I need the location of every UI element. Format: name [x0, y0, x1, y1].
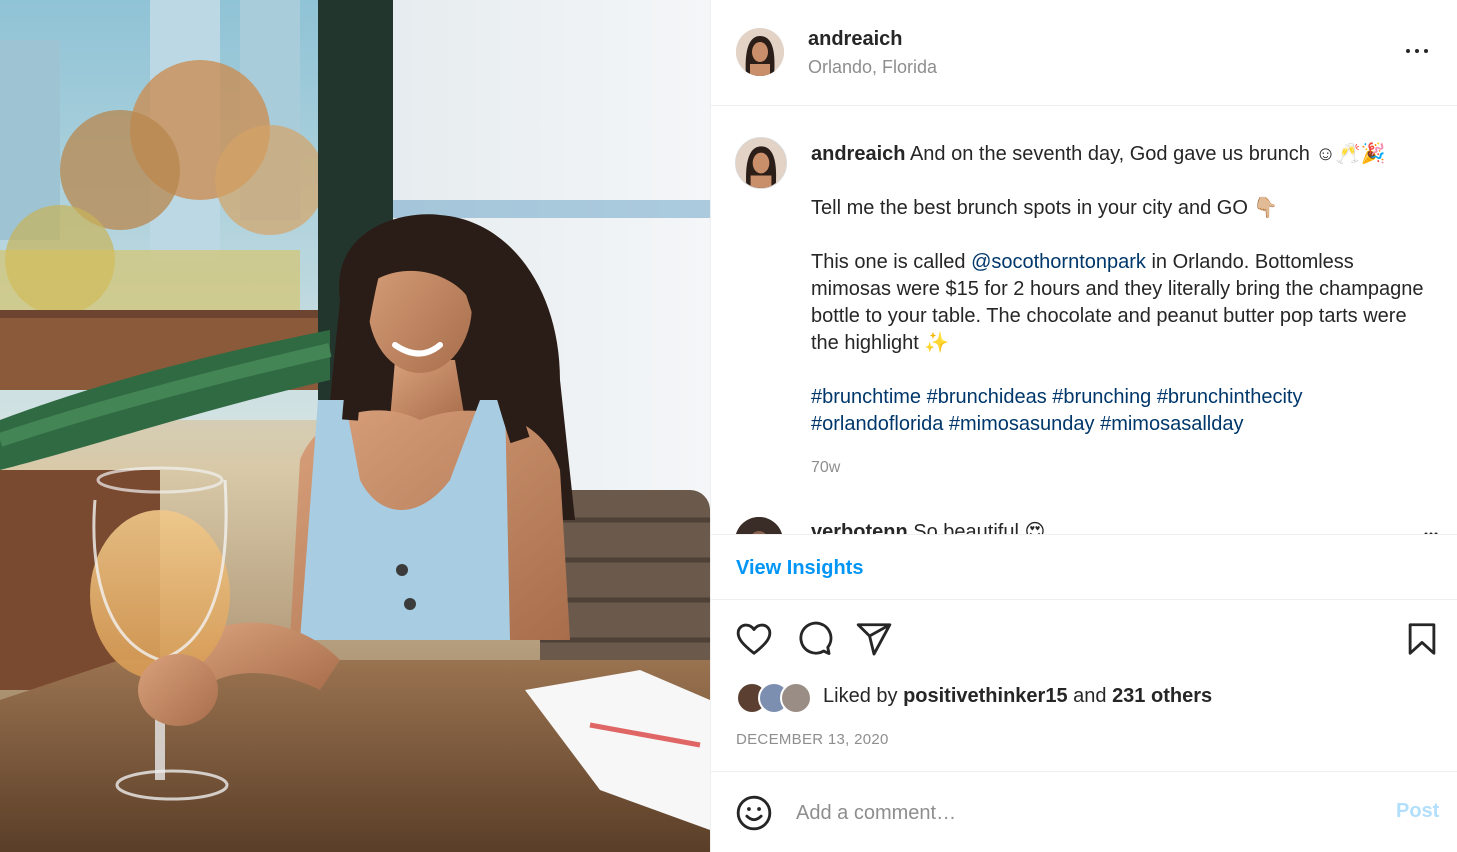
post-header: andreaich Orlando, Florida [711, 0, 1457, 106]
liker-username[interactable]: positivethinker15 [903, 685, 1068, 707]
avatar-image [736, 138, 786, 188]
heart-icon[interactable] [735, 620, 773, 658]
add-comment-bar: Post [711, 771, 1457, 852]
caption-age[interactable]: 70w [811, 459, 840, 477]
commenter-avatar[interactable] [735, 517, 783, 534]
comment: verbotenn So beautiful 😍 [811, 519, 1045, 534]
likes-prefix: Liked by [823, 685, 904, 707]
hashtag-link[interactable]: #brunchinthecity [1157, 386, 1303, 408]
bookmark-icon[interactable] [1403, 620, 1441, 658]
avatar-image [735, 517, 783, 534]
action-bar [711, 600, 1457, 680]
more-options-icon[interactable] [1404, 38, 1434, 64]
liker-avatar [780, 682, 812, 714]
caption-line-1: andreaich And on the seventh day, God ga… [811, 141, 1431, 168]
post-location[interactable]: Orlando, Florida [808, 57, 937, 78]
emoji-icon[interactable] [735, 794, 773, 832]
hashtag-link[interactable]: #mimosasallday [1100, 413, 1243, 435]
commenter-username[interactable]: verbotenn [811, 521, 908, 534]
hashtag-link[interactable]: #brunching [1052, 386, 1151, 408]
caption-line-3: This one is called @socothorntonpark in … [811, 249, 1431, 357]
likes-row: Liked by positivethinker15 and 231 other… [736, 682, 1436, 714]
caption-text-prefix: This one is called [811, 251, 972, 273]
caption-text-1: And on the seventh day, God gave us brun… [909, 143, 1386, 165]
post-comment-button[interactable]: Post [1396, 800, 1439, 823]
hashtag-link[interactable]: #orlandoflorida [811, 413, 943, 435]
caption-author-avatar[interactable] [735, 137, 787, 189]
brunch-photo-illustration [0, 0, 710, 852]
view-insights-link[interactable]: View Insights [736, 557, 863, 580]
dot [1424, 49, 1428, 53]
author-avatar[interactable] [736, 28, 784, 76]
hashtag-link[interactable]: #brunchtime [811, 386, 921, 408]
comment-bubble-icon[interactable] [795, 620, 833, 658]
post-date[interactable]: DECEMBER 13, 2020 [736, 731, 889, 748]
hashtags: #brunchtime #brunchideas #brunching #bru… [811, 384, 1431, 438]
insights-bar: View Insights [711, 534, 1457, 600]
comments-section: andreaich And on the seventh day, God ga… [711, 107, 1457, 534]
comment-text: So beautiful 😍 [913, 521, 1046, 534]
post-photo[interactable] [0, 0, 710, 852]
caption: andreaich And on the seventh day, God ga… [811, 141, 1431, 438]
caption-username[interactable]: andreaich [811, 143, 905, 165]
avatar-image [736, 28, 784, 76]
dot [1406, 49, 1410, 53]
hashtag-link[interactable]: #mimosasunday [949, 413, 1095, 435]
comment-input[interactable] [796, 796, 1376, 830]
author-username[interactable]: andreaich [808, 28, 902, 51]
mention-link[interactable]: @socothorntonpark [971, 251, 1146, 273]
liker-avatars[interactable] [736, 682, 816, 714]
caption-line-2: Tell me the best brunch spots in your ci… [811, 197, 1279, 219]
likes-middle: and [1067, 685, 1113, 707]
post-sidebar: andreaich Orlando, Florida andreaich And… [710, 0, 1457, 852]
dot [1415, 49, 1419, 53]
hashtag-link[interactable]: #brunchideas [927, 386, 1047, 408]
paper-plane-icon[interactable] [855, 620, 893, 658]
likes-others-link[interactable]: 231 others [1112, 685, 1212, 707]
likes-summary: Liked by positivethinker15 and 231 other… [823, 685, 1212, 708]
